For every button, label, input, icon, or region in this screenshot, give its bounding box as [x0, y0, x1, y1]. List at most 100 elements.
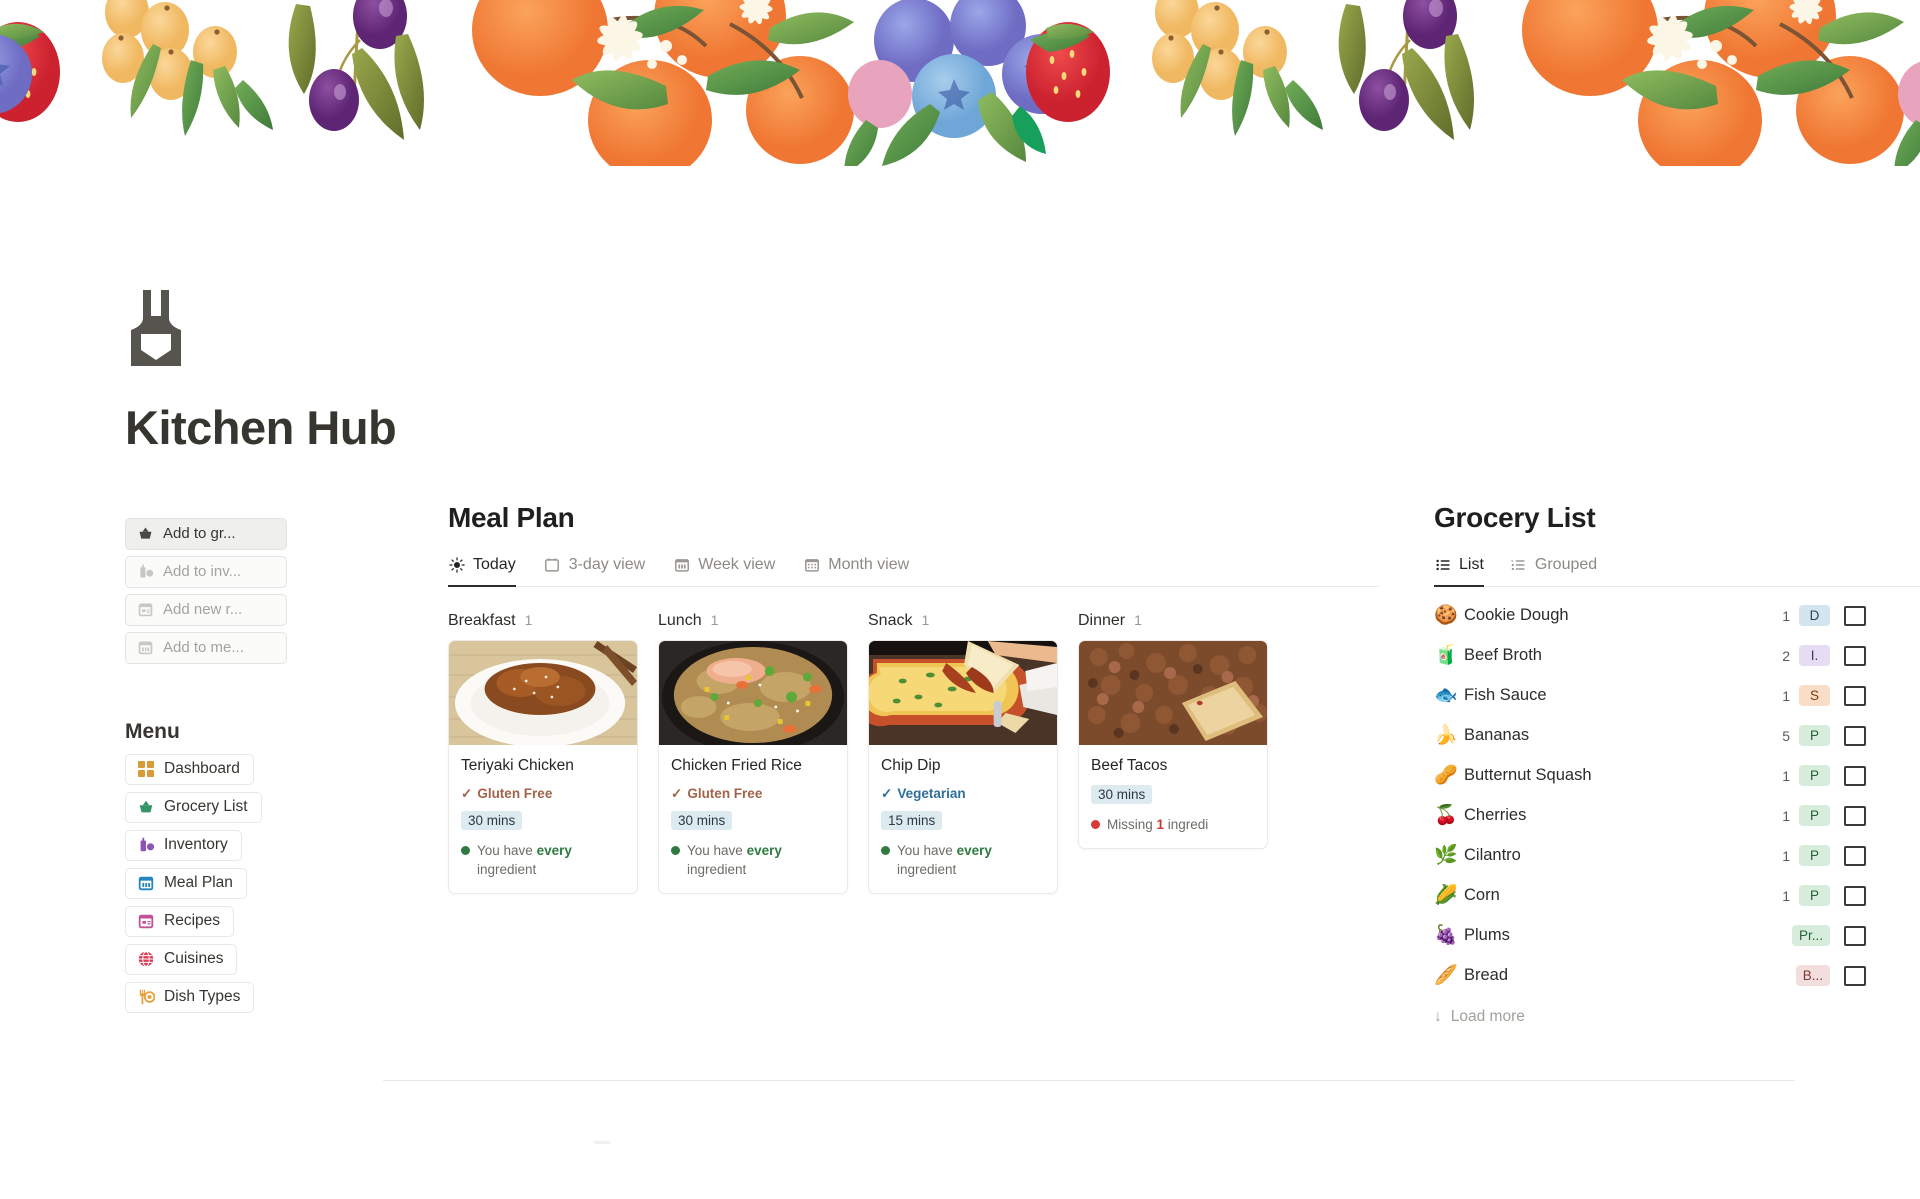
tab-list[interactable]: List: [1434, 556, 1484, 587]
status-strong: every: [956, 842, 992, 858]
item-quantity: 1: [1782, 607, 1790, 624]
item-checkbox[interactable]: [1844, 685, 1866, 706]
sidebar-item-grocery-list[interactable]: Grocery List: [125, 791, 262, 823]
meal-slot-grid: Breakfast 1 Teriyaki Chicken ✓ Gluten Fr…: [448, 612, 1379, 894]
sidebar-item-meal-plan[interactable]: Meal Plan: [125, 867, 247, 899]
add-new-recipe-button[interactable]: Add new r...: [125, 593, 287, 626]
slot-name: Lunch: [658, 611, 702, 629]
grocery-items-viewport: 🍪 Cookie Dough 1 D 🧃 Beef Broth 2 I. 🐟 F…: [1434, 587, 1872, 1026]
grocery-tabs: List Grouped: [1434, 556, 1920, 587]
item-category-badge: P: [1799, 805, 1830, 827]
add-to-inventory-button[interactable]: Add to inv...: [125, 555, 287, 588]
sidebar-item-dashboard[interactable]: Dashboard: [125, 753, 254, 785]
cook-time-chip: 15 mins: [881, 810, 943, 830]
diet-label: Gluten Free: [687, 786, 763, 802]
recipe-card[interactable]: Beef Tacos 30 mins Missing 1 ingredi: [1078, 639, 1268, 849]
diet-tag: ✓ Vegetarian: [881, 786, 966, 802]
tab-label: Grouped: [1534, 555, 1598, 573]
status-dot-icon: [881, 845, 890, 855]
below-fold-placeholder: [594, 1140, 610, 1144]
list-item[interactable]: 🥖 Bread B...: [1434, 956, 1866, 996]
recipe-card[interactable]: Chicken Fried Rice ✓ Gluten Free 30 mins…: [658, 639, 848, 894]
cook-time-chip: 30 mins: [671, 810, 733, 830]
tab-week-view[interactable]: Week view: [673, 556, 775, 587]
recipe-card[interactable]: Chip Dip ✓ Vegetarian 15 mins You have e…: [868, 639, 1058, 894]
meal-slot-dinner: Dinner 1 Beef Tacos 30 mins Missing 1 in…: [1078, 612, 1268, 894]
ingredient-status: Missing 1 ingredi: [1091, 815, 1255, 834]
sidebar-item-label: Cuisines: [164, 950, 224, 968]
sidebar-item-label: Dish Types: [164, 988, 241, 1006]
item-name: Bananas: [1464, 726, 1530, 745]
list-item[interactable]: 🍒 Cherries 1 P: [1434, 796, 1866, 836]
item-quantity: 1: [1782, 887, 1790, 904]
diet-tag: ✓ Gluten Free: [461, 786, 552, 802]
add-to-meal-plan-button[interactable]: Add to me...: [125, 631, 287, 664]
check-icon: ✓: [881, 785, 893, 801]
item-checkbox[interactable]: [1844, 765, 1866, 786]
list-item[interactable]: 🌿 Cilantro 1 P: [1434, 836, 1866, 876]
tab-label: Week view: [698, 555, 776, 573]
item-category-badge: I.: [1799, 645, 1830, 667]
list-item[interactable]: 🥜 Butternut Squash 1 P: [1434, 756, 1866, 796]
item-checkbox[interactable]: [1844, 885, 1866, 906]
ingredient-status: You have every ingredient: [671, 841, 835, 879]
sidebar-item-cuisines[interactable]: Cuisines: [125, 943, 238, 975]
item-category-badge: P: [1799, 725, 1830, 747]
load-more-button[interactable]: ↓ Load more: [1434, 1008, 1872, 1026]
slot-name: Breakfast: [448, 611, 516, 629]
sidebar-item-recipes[interactable]: Recipes: [125, 905, 234, 937]
item-emoji-icon: 🧃: [1434, 645, 1458, 667]
recipe-card-body: Chicken Fried Rice ✓ Gluten Free 30 mins…: [659, 745, 847, 893]
list-item[interactable]: 🍇 Plums Pr...: [1434, 916, 1866, 956]
status-prefix: You have: [687, 842, 747, 858]
meal-slot-lunch: Lunch 1 Chicken Fried Rice ✓ Gluten Free…: [658, 612, 848, 894]
add-to-grocery-button[interactable]: Add to gr...: [125, 517, 287, 550]
tab-month-view[interactable]: Month view: [803, 556, 909, 587]
load-more-label: Load more: [1450, 1007, 1525, 1025]
calendar-icon: [137, 639, 154, 656]
item-checkbox[interactable]: [1844, 845, 1866, 866]
item-name: Cookie Dough: [1464, 606, 1569, 625]
recipe-name: Teriyaki Chicken: [461, 756, 574, 774]
sidebar-item-label: Dashboard: [164, 760, 240, 778]
sidebar-item-inventory[interactable]: Inventory: [125, 829, 242, 861]
tab-grouped[interactable]: Grouped: [1510, 556, 1597, 587]
chip-dip-photo: [869, 640, 1057, 745]
status-strong: 1: [1156, 816, 1165, 832]
grocery-list-title: Grocery List: [1434, 501, 1596, 533]
basket-icon: [137, 525, 154, 542]
chicken-fried-rice-photo: [659, 640, 847, 745]
calendar-icon: [137, 874, 155, 892]
check-icon: ✓: [461, 785, 473, 801]
tab-3-day-view[interactable]: 3-day view: [544, 556, 645, 587]
item-category-badge: P: [1799, 765, 1830, 787]
item-checkbox[interactable]: [1844, 925, 1866, 946]
meal-slot-snack: Snack 1 Chip Dip ✓ Vegetarian 15 mins Yo…: [868, 612, 1058, 894]
list-item[interactable]: 🍪 Cookie Dough 1 D: [1434, 596, 1866, 636]
item-checkbox[interactable]: [1844, 805, 1866, 826]
item-checkbox[interactable]: [1844, 725, 1866, 746]
cook-time-chip: 30 mins: [461, 810, 523, 830]
sidebar-item-dish-types[interactable]: Dish Types: [125, 981, 255, 1013]
list-item[interactable]: 🍌 Bananas 5 P: [1434, 716, 1866, 756]
grid-icon: [137, 760, 155, 778]
item-quantity: 1: [1782, 807, 1790, 824]
list-item[interactable]: 🐟 Fish Sauce 1 S: [1434, 676, 1866, 716]
apron-icon-glyph: [131, 290, 181, 366]
recipe-card-body: Teriyaki Chicken ✓ Gluten Free 30 mins Y…: [449, 745, 637, 893]
item-checkbox[interactable]: [1844, 965, 1866, 986]
list-item[interactable]: 🌽 Corn 1 P: [1434, 876, 1866, 916]
tab-label: List: [1459, 555, 1484, 573]
item-category-badge: B...: [1795, 965, 1830, 987]
sidebar: Add to gr... Add to inv... Add new r...: [125, 502, 385, 1020]
item-checkbox[interactable]: [1844, 645, 1866, 666]
add-to-grocery-label: Add to gr...: [163, 525, 236, 543]
tab-today[interactable]: Today: [448, 556, 516, 587]
item-name: Corn: [1464, 886, 1500, 905]
item-quantity: 5: [1782, 727, 1790, 744]
slot-header: Snack 1: [868, 612, 1058, 630]
list-item[interactable]: 🧃 Beef Broth 2 I.: [1434, 636, 1866, 676]
item-checkbox[interactable]: [1844, 605, 1866, 626]
recipe-card[interactable]: Teriyaki Chicken ✓ Gluten Free 30 mins Y…: [448, 639, 638, 894]
item-name: Beef Broth: [1464, 646, 1542, 665]
